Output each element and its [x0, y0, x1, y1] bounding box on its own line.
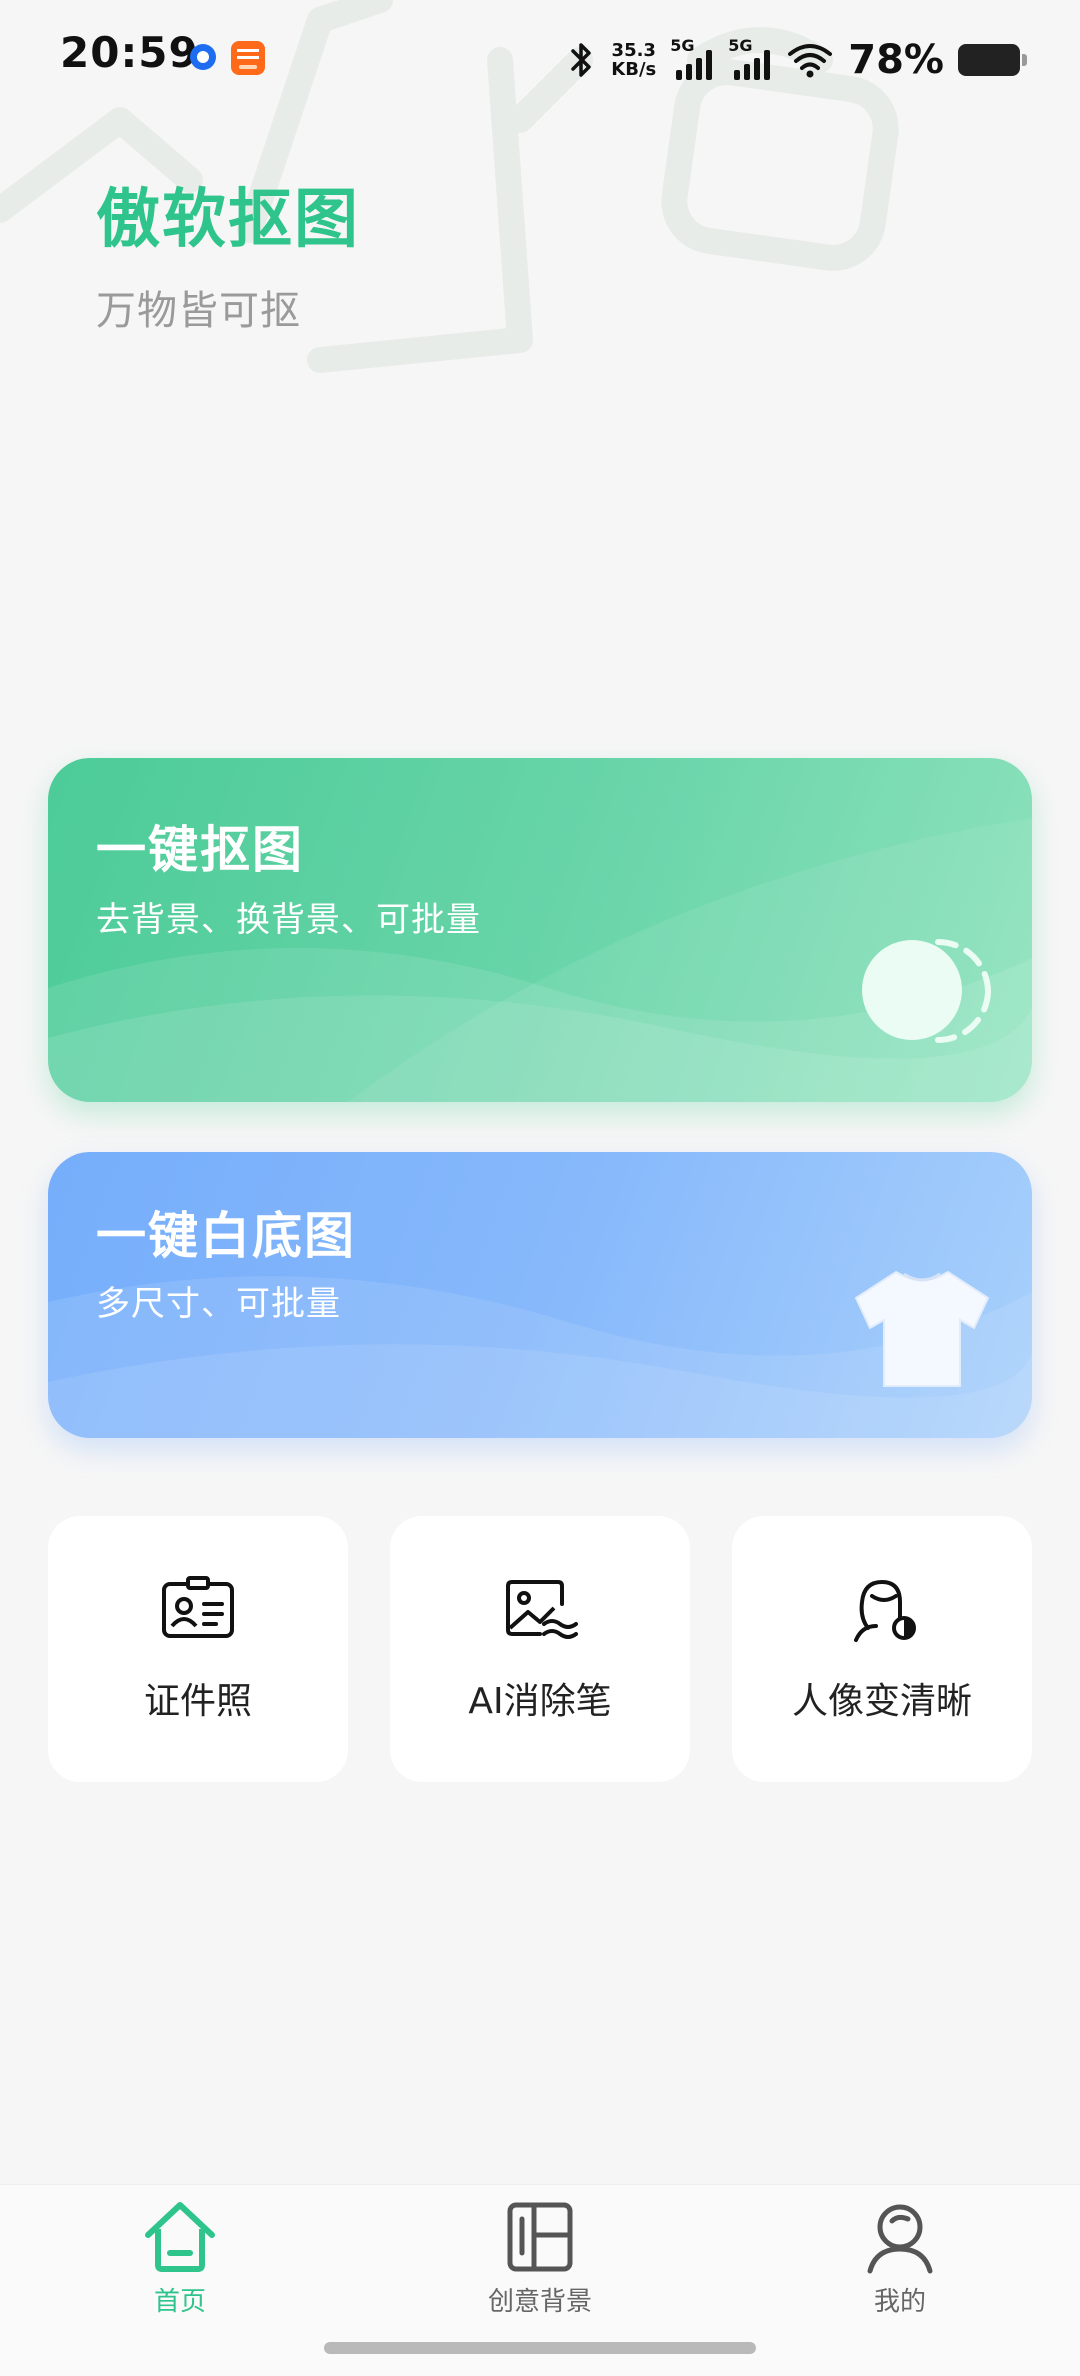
nav-home[interactable]: 首页 [80, 2199, 280, 2318]
signal-icon-2: 5G [728, 36, 772, 80]
layout-grid-icon [507, 2202, 573, 2272]
battery-percent: 78% [848, 37, 944, 83]
card-title: 一键白底图 [96, 1207, 356, 1265]
wifi-icon [788, 44, 833, 78]
app-notification-icon [190, 44, 216, 70]
user-icon [867, 2204, 933, 2274]
tool-grid: 证件照 AI消除笔 人像变清晰 [48, 1516, 1032, 1782]
battery-icon [958, 44, 1027, 76]
net-speed-value: 35.3 [611, 40, 656, 61]
nav-mine[interactable]: 我的 [800, 2199, 1000, 2318]
home-icon [145, 2202, 215, 2272]
tool-id-photo[interactable]: 证件照 [48, 1516, 348, 1782]
card-desc: 多尺寸、可批量 [96, 1284, 341, 1324]
signal-icon: 5G [670, 36, 714, 80]
nav-label: 我的 [873, 2287, 926, 2317]
card-title: 一键抠图 [96, 821, 304, 879]
tool-label: 人像变清晰 [791, 1681, 972, 1722]
nav-creative-background[interactable]: 创意背景 [440, 2199, 640, 2318]
app-title: 傲软抠图 [96, 183, 360, 257]
portrait-enhance-icon [854, 1579, 916, 1642]
signal-1-label: 5G [670, 36, 695, 55]
tool-label: 证件照 [143, 1681, 252, 1722]
tool-label: AI消除笔 [468, 1681, 612, 1722]
home-indicator[interactable] [324, 2342, 756, 2354]
tshirt-icon [854, 1270, 990, 1387]
app-subtitle: 万物皆可抠 [96, 288, 301, 334]
one-click-white-bg-card[interactable]: 一键白底图 多尺寸、可批量 [48, 1152, 1032, 1438]
one-click-cutout-card[interactable]: 一键抠图 去背景、换背景、可批量 [48, 758, 1032, 1102]
toggle-graphic [862, 939, 991, 1044]
status-indicators: 35.3 KB/s 5G 5G 78% [567, 30, 1027, 90]
id-card-icon [162, 1576, 234, 1638]
tool-portrait-enhance[interactable]: 人像变清晰 [732, 1516, 1032, 1782]
status-bar: 20:59 35.3 KB/s 5G 5G 78% [0, 0, 1080, 120]
net-speed: 35.3 KB/s [611, 41, 656, 79]
nav-label: 创意背景 [487, 2287, 592, 2317]
net-speed-unit: KB/s [611, 59, 657, 80]
nav-label: 首页 [153, 2287, 206, 2317]
image-eraser-icon [506, 1580, 578, 1639]
signal-2-label: 5G [728, 36, 753, 55]
taobao-flash-icon [231, 41, 265, 75]
status-time: 20:59 [60, 28, 199, 77]
home-screen: 20:59 35.3 KB/s 5G 5G 78% 傲软抠图 万物皆可抠 一键抠… [0, 0, 1080, 2376]
card-desc: 去背景、换背景、可批量 [96, 900, 481, 940]
bluetooth-icon [571, 43, 592, 77]
tool-ai-eraser[interactable]: AI消除笔 [390, 1516, 690, 1782]
